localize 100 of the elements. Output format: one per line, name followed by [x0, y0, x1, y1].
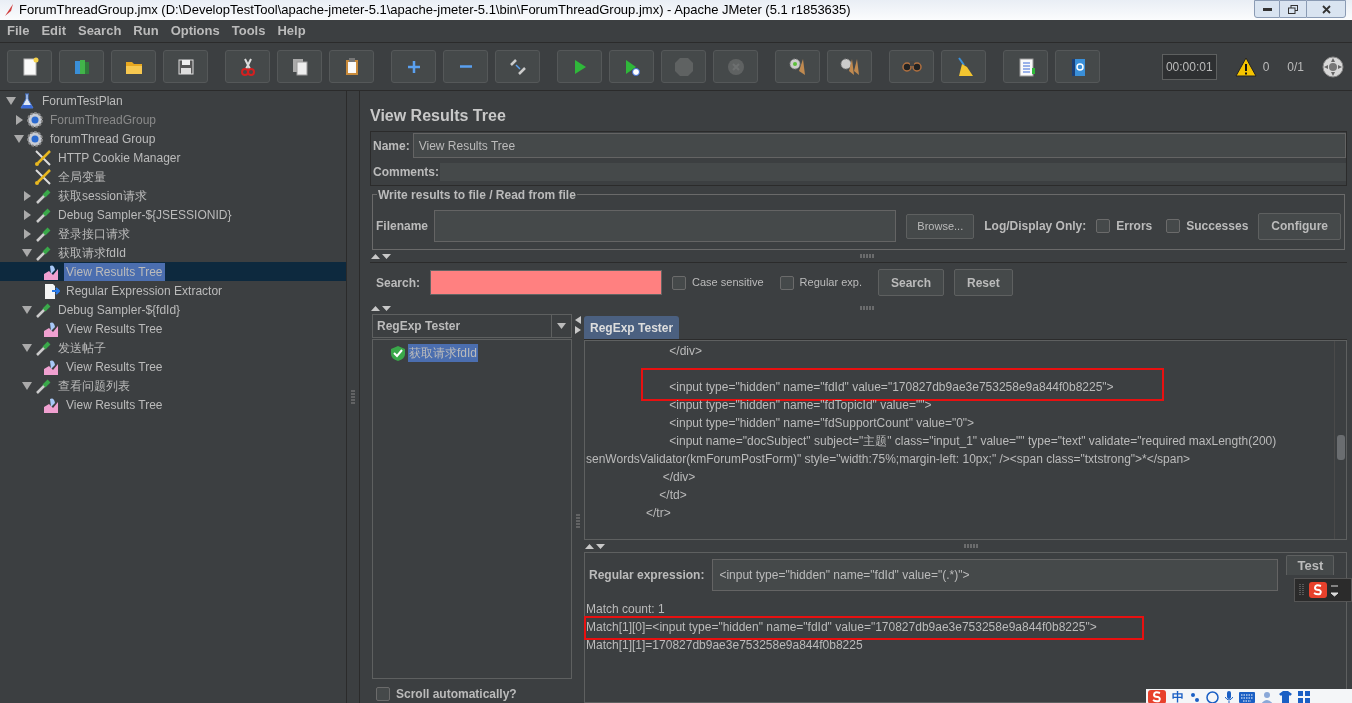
expanded-arrow-icon[interactable] — [22, 305, 32, 314]
tree-item[interactable]: ForumTestPlan — [40, 91, 125, 110]
collapse-arrows-icon[interactable] — [575, 316, 581, 334]
toolbar-button[interactable] — [827, 50, 872, 83]
tab[interactable]: RegExp Tester — [584, 316, 680, 339]
match-line: Match count: 1 — [586, 602, 665, 616]
search-button[interactable]: Search — [877, 269, 944, 296]
tree-item[interactable]: 获取session请求 — [56, 186, 149, 205]
code-line: senWordsValidator(kmForumPostForm)" style="width:75%;margin-left: 10px;" /><span class="txtstrong">*</span> — [586, 452, 1191, 466]
warning-icon[interactable] — [1234, 56, 1257, 77]
code-line: </tr> — [645, 506, 671, 520]
gear-icon — [26, 110, 44, 129]
search-field[interactable] — [430, 270, 663, 295]
toolbar-button[interactable] — [1055, 50, 1100, 83]
code-line: </td> — [658, 488, 687, 502]
toolbar-button[interactable] — [329, 50, 374, 83]
collapsed-arrow-icon[interactable] — [22, 190, 32, 201]
toolbar-button[interactable] — [225, 50, 270, 83]
toolbar-button[interactable] — [775, 50, 820, 83]
toolbar-button[interactable] — [941, 50, 986, 83]
wrench-screwdriver-icon — [34, 148, 52, 167]
scrollbar[interactable] — [1334, 341, 1346, 539]
tree-item[interactable]: 登录接口请求 — [56, 224, 132, 243]
menu-item[interactable]: File — [2, 21, 35, 41]
remote-icon[interactable] — [1322, 55, 1344, 78]
expanded-arrow-icon[interactable] — [22, 381, 32, 390]
tree-item[interactable]: Debug Sampler-${fdId} — [56, 300, 183, 319]
checkbox[interactable] — [779, 275, 794, 290]
tree-item[interactable]: Debug Sampler-${JSESSIONID} — [56, 205, 234, 224]
checkbox[interactable] — [1096, 219, 1111, 233]
splitter-grip-icon[interactable] — [860, 306, 874, 310]
tree-item[interactable]: 获取请求fdId — [56, 243, 128, 262]
checkbox[interactable] — [376, 687, 390, 701]
menu-item[interactable]: Help — [272, 21, 311, 41]
reset-button[interactable]: Reset — [954, 269, 1013, 296]
expanded-arrow-icon[interactable] — [6, 96, 16, 105]
tree-item[interactable]: View Results Tree — [64, 395, 165, 414]
restore-button[interactable] — [1280, 0, 1306, 18]
code-line: </div> — [661, 470, 696, 484]
toolbar-button[interactable] — [277, 50, 322, 83]
configure-button[interactable]: Configure — [1258, 212, 1341, 240]
name-field[interactable]: View Results Tree — [412, 133, 1346, 158]
caret-icon — [1331, 583, 1338, 597]
renderer-dropdown[interactable]: RegExp Tester — [372, 314, 572, 339]
menu-item[interactable]: Edit — [36, 21, 71, 41]
splitter-grip-icon[interactable] — [964, 544, 978, 548]
menu-item[interactable]: Tools — [226, 21, 271, 41]
checkbox-label: Errors — [1116, 218, 1153, 235]
caret-icon — [557, 323, 566, 330]
filename-field[interactable] — [434, 210, 897, 242]
ime-logo-icon — [1309, 582, 1327, 598]
browse-button[interactable]: Browse... — [906, 213, 975, 239]
test-button[interactable]: Test — [1286, 555, 1335, 575]
collapse-arrows-icon[interactable] — [584, 542, 606, 550]
expanded-arrow-icon[interactable] — [22, 343, 32, 352]
splitter-grip-icon[interactable] — [860, 254, 874, 258]
match-line: Match[1][0]=<input type="hidden" name="fdId" value="170827db9ae3e753258e9a844f0b8225"> — [586, 620, 1097, 634]
toolbar-button[interactable] — [7, 50, 52, 83]
comments-field[interactable] — [440, 163, 1346, 181]
tree-item[interactable]: forumThread Group — [48, 129, 158, 148]
minimize-button[interactable] — [1254, 0, 1280, 18]
tree-item[interactable]: HTTP Cookie Manager — [56, 148, 183, 167]
regex-field[interactable]: <input type="hidden" name="fdId" value="(.*)"> — [712, 559, 1279, 591]
tree-item[interactable]: 全局变量 — [56, 167, 108, 186]
toolbar-button[interactable] — [557, 50, 602, 83]
window-title: ForumThreadGroup.jmx (D:\DevelopTestTool\apache-jmeter-5.1\apache-jmeter-5.1\bin\ForumThreadGroup.jmx) - Apache JMeter (5.1 r1853635) — [19, 1, 851, 20]
collapse-arrows-icon[interactable] — [370, 304, 392, 312]
menu-item[interactable]: Search — [72, 21, 127, 41]
shirt-icon — [1279, 691, 1292, 703]
toolbar-button[interactable] — [163, 50, 208, 83]
close-button[interactable] — [1306, 0, 1346, 18]
toolbar-button[interactable] — [609, 50, 654, 83]
expanded-arrow-icon[interactable] — [14, 134, 24, 143]
splitter-grip-icon[interactable] — [576, 514, 580, 528]
tree-item[interactable]: 发送帖子 — [56, 338, 108, 357]
menu-item[interactable]: Options — [165, 21, 225, 41]
person-icon — [1261, 690, 1273, 703]
toolbar-button[interactable] — [1003, 50, 1048, 83]
tree-item[interactable]: View Results Tree — [64, 357, 165, 376]
toolbar-button[interactable] — [111, 50, 156, 83]
ime-toolbar[interactable] — [1294, 578, 1352, 602]
scrollbar-thumb[interactable] — [1337, 435, 1345, 460]
collapsed-arrow-icon[interactable] — [22, 228, 32, 239]
tree-item[interactable]: View Results Tree — [64, 319, 165, 338]
collapse-arrows-icon[interactable] — [370, 252, 392, 260]
ime-mode[interactable]: 中 — [1172, 691, 1184, 703]
checkbox[interactable] — [1166, 219, 1181, 233]
ime-status-bar[interactable]: 中 — [1146, 689, 1352, 703]
code-line: <input type="hidden" name="fdId" value="170827db9ae3e753258e9a844f0b8225"> — [668, 380, 1114, 394]
splitter-grip-icon[interactable] — [351, 390, 355, 404]
tree-item[interactable]: 查看问题列表 — [56, 376, 132, 395]
menu-item[interactable]: Run — [128, 21, 164, 41]
error-count: 0 — [1262, 58, 1270, 76]
grip-icon — [1299, 583, 1305, 597]
expanded-arrow-icon[interactable] — [22, 248, 32, 257]
checkbox-label: Successes — [1186, 218, 1249, 235]
stop-sign-icon — [672, 55, 695, 78]
tree-item[interactable]: Regular Expression Extractor — [64, 281, 225, 300]
checkbox[interactable] — [672, 275, 687, 290]
collapsed-arrow-icon[interactable] — [22, 209, 32, 220]
